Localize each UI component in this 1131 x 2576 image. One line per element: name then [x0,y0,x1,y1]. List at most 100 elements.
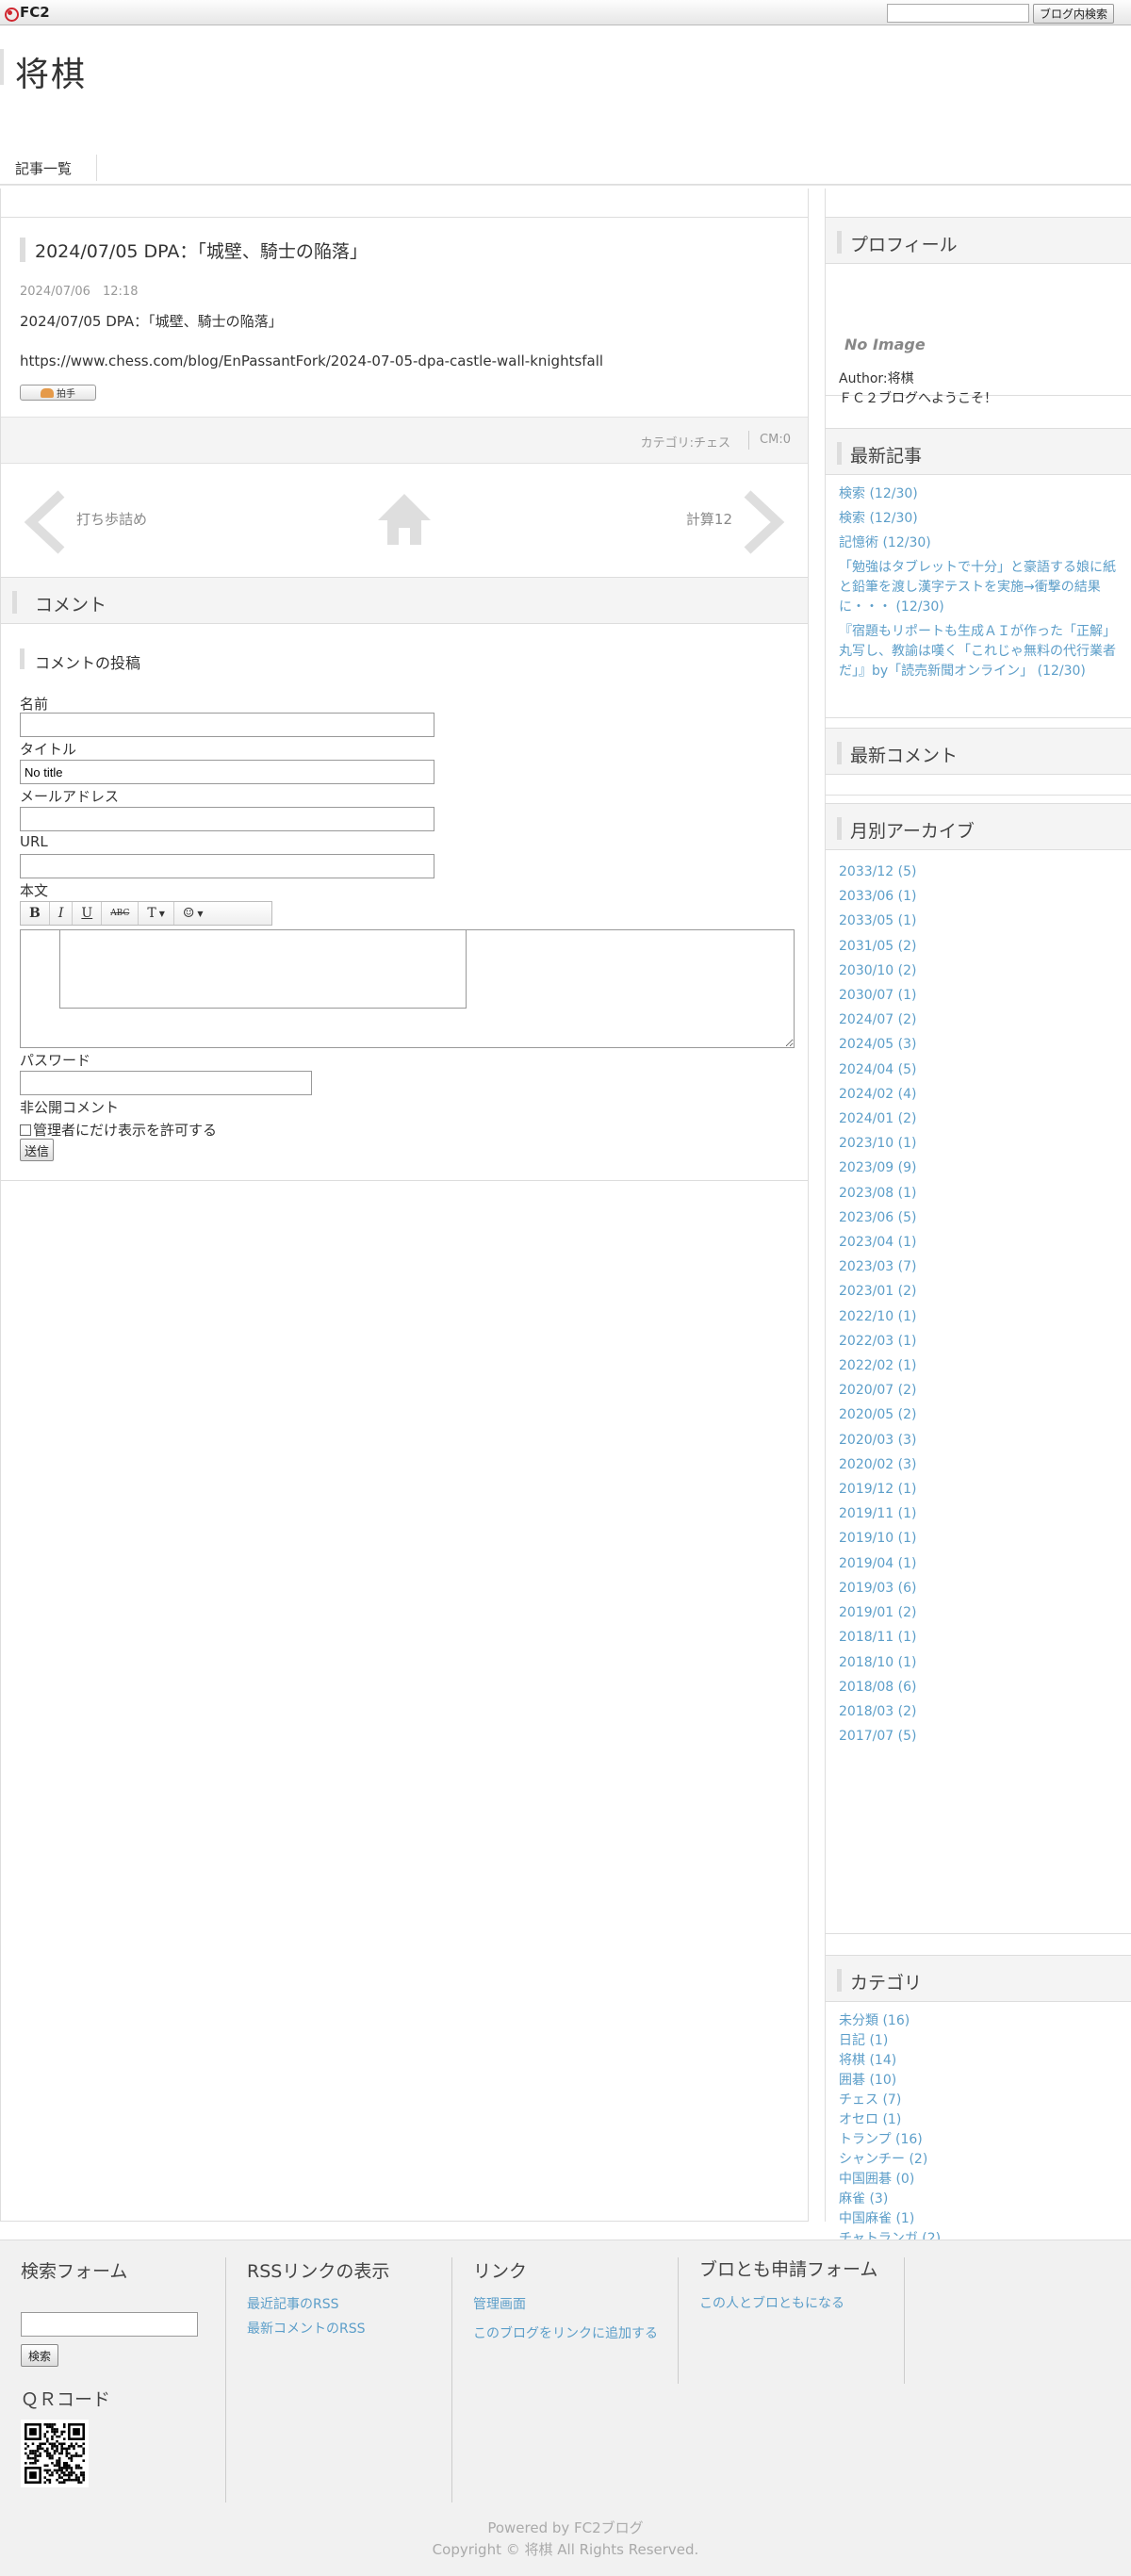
archive-link[interactable]: 2018/03 (2) [839,1699,916,1724]
nav-item-entries[interactable]: 記事一覧 [15,158,72,178]
form-title-accent [20,648,25,669]
archive-link[interactable]: 2020/05 (2) [839,1403,916,1427]
chevron-right-icon[interactable] [740,490,785,554]
submit-comment-button[interactable]: 送信 [20,1139,54,1161]
archive-link[interactable]: 2024/01 (2) [839,1107,916,1131]
rss-recent-posts-link[interactable]: 最近記事のRSS [247,2292,451,2317]
archive-link[interactable]: 2023/03 (7) [839,1255,916,1279]
archive-link[interactable]: 2031/05 (2) [839,934,916,959]
archive-link[interactable]: 2023/06 (5) [839,1206,916,1230]
category-link[interactable]: トランプ (16) [839,2130,954,2150]
url-field[interactable] [20,854,434,878]
site-title[interactable]: 将棋 [15,47,87,96]
comment-section-title: コメント [35,595,107,615]
admin-link[interactable]: 管理画面 [473,2292,678,2317]
category-link[interactable]: 麻雀 (3) [839,2190,954,2209]
name-field[interactable] [20,713,434,737]
archive-link[interactable]: 2020/07 (2) [839,1378,916,1403]
chevron-left-icon[interactable] [24,490,69,554]
footer-search-input[interactable] [21,2312,198,2337]
category-link[interactable]: 囲碁 (10) [839,2071,954,2091]
archive-link[interactable]: 2023/04 (1) [839,1230,916,1255]
recent-post-link[interactable]: 検索 (12/30) [839,484,1122,504]
archive-link[interactable]: 2024/02 (4) [839,1082,916,1107]
archive-link[interactable]: 2024/05 (3) [839,1032,916,1057]
archive-link[interactable]: 2018/08 (6) [839,1675,916,1699]
category-link[interactable]: 中国麻雀 (1) [839,2209,954,2229]
category-link[interactable]: 中国囲碁 (0) [839,2170,954,2190]
archive-link[interactable]: 2022/10 (1) [839,1304,916,1329]
category-link[interactable]: シャンチー (2) [839,2150,954,2170]
category-link[interactable]: 将棋 (14) [839,2051,954,2071]
archive-link[interactable]: 2023/08 (1) [839,1181,916,1206]
archive-link[interactable]: 2024/07 (2) [839,1008,916,1032]
next-entry-link[interactable]: 計算12 [686,509,732,529]
archive-link[interactable]: 2023/09 (9) [839,1156,916,1180]
comment-form-title: コメントの投稿 [35,654,141,672]
bold-button[interactable]: B [21,902,50,925]
entry-title[interactable]: 2024/07/05 DPA：「城壁、騎士の陥落」 [35,238,368,263]
archive-link[interactable]: 2019/03 (6) [839,1576,916,1600]
entry-body-link[interactable]: https://www.chess.com/blog/EnPassantFork… [20,353,603,369]
archive-link[interactable]: 2033/12 (5) [839,860,916,884]
recent-post-link[interactable]: 検索 (12/30) [839,509,1122,529]
archive-link[interactable]: 2019/01 (2) [839,1600,916,1625]
blog-search-button[interactable]: ブログ内検索 [1033,4,1114,24]
category-link[interactable]: 未分類 (16) [839,2011,954,2031]
footer-search-button[interactable]: 検索 [21,2344,58,2367]
emoji-button[interactable]: ☺ ▼ [174,902,212,925]
password-field[interactable] [20,1071,312,1095]
entry-category-link[interactable]: カテゴリ:チェス [641,433,730,451]
blog-search-input[interactable] [887,4,1029,23]
archive-link[interactable]: 2022/02 (1) [839,1354,916,1378]
archive-link[interactable]: 2019/04 (1) [839,1551,916,1576]
private-comment-label: 非公開コメント [20,1099,120,1116]
archives-list: 2033/12 (5) 2033/06 (1) 2033/05 (1) 2031/05… [839,860,916,1748]
prev-entry-link[interactable]: 打ち歩詰め [76,509,147,529]
archive-link[interactable]: 2022/03 (1) [839,1329,916,1354]
editor-toolbar: B I U ABC T ▼ ☺ ▼ [20,901,272,926]
categories-header: カテゴリ [826,1955,1131,2002]
archive-link[interactable]: 2018/11 (1) [839,1625,916,1649]
fc2-logo[interactable]: FC2 [4,4,50,22]
add-blog-link[interactable]: このブログをリンクに追加する [473,2324,658,2344]
recent-post-link[interactable]: 「勉強はタブレットで十分」と豪語する娘に紙と鉛筆を渡し漢字テストを実施→衝撃の結… [839,558,1122,617]
private-comment-option[interactable]: 管理者にだけ表示を許可する [20,1120,217,1140]
clap-button[interactable]: 拍手 [20,385,96,401]
archive-link[interactable]: 2023/01 (2) [839,1279,916,1304]
url-label: URL [20,833,48,850]
italic-button[interactable]: I [50,902,74,925]
rss-recent-comments-link[interactable]: 最新コメントのRSS [247,2317,451,2341]
archive-link[interactable]: 2033/05 (1) [839,909,916,933]
archive-link[interactable]: 2018/10 (1) [839,1650,916,1675]
profile-welcome: ＦＣ２ブログへようこそ！ [839,391,997,406]
emoji-panel-outline [59,929,467,1009]
email-field[interactable] [20,807,434,831]
entry-comment-count[interactable]: CM:0 [760,433,791,447]
category-link[interactable]: オセロ (1) [839,2110,954,2130]
strikethrough-button[interactable]: ABC [102,902,139,925]
archive-link[interactable]: 2030/10 (2) [839,959,916,983]
archive-link[interactable]: 2020/03 (3) [839,1428,916,1452]
recent-post-link[interactable]: 『宿題もリポートも生成ＡＩが作った「正解」丸写し、教諭は嘆く「これじゃ無料の代行… [839,622,1122,681]
category-link[interactable]: チェス (7) [839,2091,954,2110]
archive-link[interactable]: 2019/11 (1) [839,1501,916,1526]
archive-link[interactable]: 2019/12 (1) [839,1477,916,1501]
archive-link[interactable]: 2030/07 (1) [839,983,916,1008]
recent-post-link[interactable]: 記憶術 (12/30) [839,533,1122,553]
title-field[interactable] [20,760,434,784]
archive-link[interactable]: 2023/10 (1) [839,1131,916,1156]
underline-button[interactable]: U [73,902,103,925]
archive-link[interactable]: 2019/10 (1) [839,1526,916,1551]
private-comment-checkbox[interactable] [20,1124,31,1136]
archive-link[interactable]: 2024/04 (5) [839,1058,916,1082]
fc2-logo-icon [4,5,19,22]
text-format-button[interactable]: T ▼ [139,902,174,925]
friend-request-link[interactable]: この人とブロともになる [699,2291,904,2316]
category-link[interactable]: 日記 (1) [839,2031,954,2051]
archive-link[interactable]: 2017/07 (5) [839,1724,916,1748]
footer-rss-column: RSSリンクの表示 最近記事のRSS 最新コメントのRSS [247,2257,452,2502]
archive-link[interactable]: 2020/02 (3) [839,1452,916,1477]
archive-link[interactable]: 2033/06 (1) [839,884,916,909]
home-icon[interactable] [376,492,433,547]
